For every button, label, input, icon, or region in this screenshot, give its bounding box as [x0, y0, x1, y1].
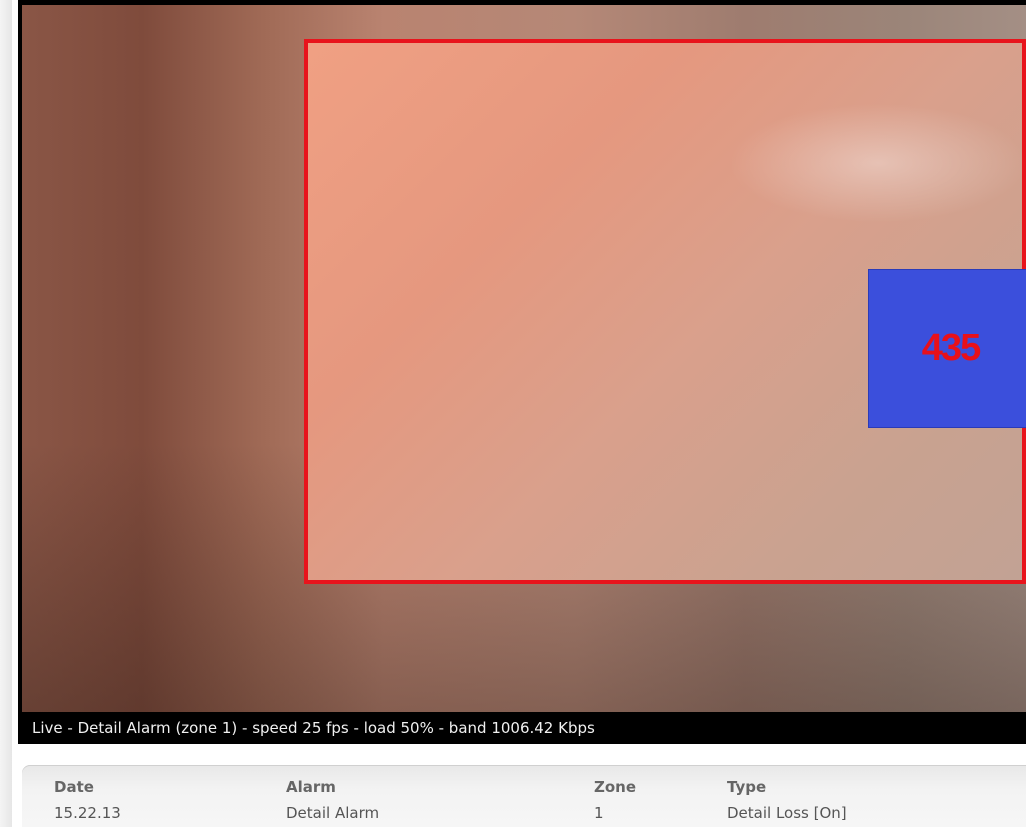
- column-header-date[interactable]: Date: [54, 775, 94, 799]
- table-header-row: Date Alarm Zone Type: [22, 775, 1026, 799]
- column-header-alarm[interactable]: Alarm: [286, 775, 336, 799]
- detection-zone-1: 435: [304, 39, 1026, 584]
- left-panel-edge: [0, 0, 12, 827]
- column-header-type[interactable]: Type: [727, 775, 766, 799]
- column-header-zone[interactable]: Zone: [594, 775, 636, 799]
- live-video-feed[interactable]: 435: [22, 5, 1026, 712]
- alarm-value-label: 435: [921, 327, 981, 369]
- table-row[interactable]: 15.22.13 Detail Alarm 1 Detail Loss [On]: [22, 801, 1026, 825]
- cell-date: 15.22.13: [54, 804, 121, 822]
- cell-type: Detail Loss [On]: [727, 804, 847, 822]
- cell-zone: 1: [594, 804, 604, 822]
- video-status-bar: Live - Detail Alarm (zone 1) - speed 25 …: [22, 712, 1026, 744]
- alarm-marker: 435: [868, 269, 1026, 428]
- cell-alarm: Detail Alarm: [286, 804, 380, 822]
- alarm-log-table: Date Alarm Zone Type 15.22.13 Detail Ala…: [22, 765, 1026, 827]
- video-viewer: 435 Live - Detail Alarm (zone 1) - speed…: [18, 0, 1026, 744]
